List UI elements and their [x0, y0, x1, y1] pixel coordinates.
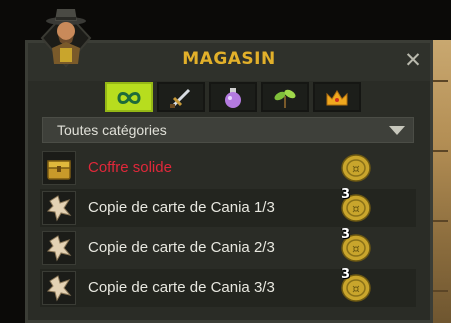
list-item[interactable]: Copie de carte de Cania 1/3 ¤ 3: [40, 187, 416, 227]
tab-equipment[interactable]: [157, 82, 205, 112]
item-quantity: 3: [341, 187, 351, 202]
infinity-icon: [117, 92, 141, 104]
tab-consumables[interactable]: [209, 82, 257, 112]
svg-text:¤: ¤: [352, 162, 360, 176]
map-fragment-icon: [42, 271, 76, 305]
sword-icon: [170, 88, 191, 108]
item-quantity: 3: [341, 227, 351, 242]
plant-icon: [274, 89, 296, 108]
map-fragment-icon: [42, 231, 76, 265]
coin-icon: ¤: [341, 154, 371, 182]
item-name: Copie de carte de Cania 2/3: [88, 239, 275, 256]
list-item[interactable]: Coffre solide ¤: [40, 149, 416, 187]
close-button[interactable]: ✕: [402, 49, 424, 71]
item-name: Copie de carte de Cania 3/3: [88, 279, 275, 296]
merchant-avatar: [40, 9, 92, 68]
svg-text:¤: ¤: [352, 282, 360, 296]
list-item[interactable]: Copie de carte de Cania 2/3 ¤ 3: [40, 227, 416, 267]
background-scenery: [430, 40, 451, 323]
svg-text:¤: ¤: [352, 242, 360, 256]
category-dropdown[interactable]: Toutes catégories: [42, 117, 414, 143]
svg-text:¤: ¤: [352, 202, 360, 216]
tab-premium[interactable]: [313, 82, 361, 112]
crown-icon: [326, 90, 348, 106]
tab-resources[interactable]: [261, 82, 309, 112]
list-item[interactable]: Copie de carte de Cania 3/3 ¤ 3: [40, 267, 416, 307]
item-name: Coffre solide: [88, 159, 172, 176]
tab-all[interactable]: [105, 82, 153, 112]
category-dropdown-value: Toutes catégories: [57, 122, 167, 138]
potion-icon: [225, 88, 241, 108]
item-quantity: 3: [341, 267, 351, 282]
item-name: Copie de carte de Cania 1/3: [88, 199, 275, 216]
shop-window: MAGASIN ✕ Toutes catégories Coffre solid…: [25, 40, 433, 323]
chevron-down-icon: [389, 126, 405, 135]
chest-icon: [42, 151, 76, 185]
map-fragment-icon: [42, 191, 76, 225]
